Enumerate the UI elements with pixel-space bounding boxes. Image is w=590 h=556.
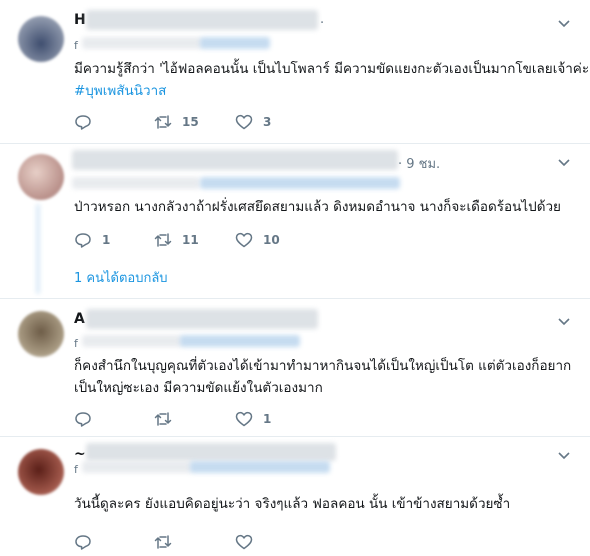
retweet-icon bbox=[154, 412, 172, 426]
retweet-count: 11 bbox=[182, 233, 199, 247]
like-count: 3 bbox=[263, 115, 272, 129]
tweet-text-line: วันนี้ดูละคร ยังแอบคิดอยู่นะว่า จริงๆแล้… bbox=[74, 496, 511, 512]
redacted-name bbox=[86, 443, 336, 461]
redacted-name bbox=[86, 10, 318, 30]
tweet-time[interactable]: . bbox=[320, 12, 324, 27]
like-icon bbox=[235, 411, 253, 427]
reply-button[interactable] bbox=[74, 113, 102, 131]
tweet-time[interactable]: · 9 ชม. bbox=[398, 153, 440, 174]
retweet-button[interactable]: 15 bbox=[154, 113, 199, 131]
like-icon bbox=[235, 232, 253, 248]
like-icon bbox=[235, 114, 253, 130]
retweet-button[interactable] bbox=[154, 410, 182, 428]
hashtag-link[interactable]: #บุพเพสันนิวาส bbox=[74, 80, 589, 102]
redacted-name bbox=[72, 150, 398, 170]
author-handle[interactable]: f bbox=[74, 337, 78, 350]
reply-icon bbox=[75, 535, 91, 550]
author-name[interactable]: H bbox=[74, 12, 86, 28]
show-replies-link[interactable]: 1 คนได้ตอบกลับ bbox=[74, 267, 168, 288]
author-handle[interactable]: f bbox=[74, 463, 78, 476]
like-button[interactable] bbox=[235, 533, 263, 551]
reply-button[interactable] bbox=[74, 533, 102, 551]
author-name[interactable]: A bbox=[74, 311, 85, 327]
tweet-text: ป่าวหรอก นางกลัวงาถ้าฝรั่งเศสยึดสยามแล้ว… bbox=[74, 196, 561, 218]
retweet-icon bbox=[154, 233, 172, 247]
like-button[interactable]: 3 bbox=[235, 113, 271, 131]
redacted-handle bbox=[82, 37, 202, 49]
reply-icon bbox=[75, 233, 91, 248]
tweet-text-line: มีความรู้สึกว่า 'ไอ้ฟอลคอนนั้น เป็นไบโพล… bbox=[74, 61, 590, 77]
redacted-link bbox=[200, 177, 400, 189]
redacted-link bbox=[180, 335, 300, 347]
tweet-card[interactable]: ~ f วันนี้ดูละคร ยังแอบคิดอยู่นะว่า จริง… bbox=[0, 437, 590, 556]
author-handle[interactable]: f bbox=[74, 39, 78, 52]
retweet-button[interactable]: 11 bbox=[154, 231, 199, 249]
redacted-handle bbox=[82, 461, 192, 473]
retweet-button[interactable] bbox=[154, 533, 182, 551]
avatar[interactable] bbox=[18, 311, 64, 357]
redacted-handle bbox=[82, 335, 182, 347]
reply-count: 1 bbox=[102, 233, 111, 247]
chevron-down-icon[interactable] bbox=[556, 447, 572, 463]
like-count: 1 bbox=[263, 412, 272, 426]
reply-icon bbox=[75, 115, 91, 130]
redacted-name bbox=[86, 309, 318, 329]
like-icon bbox=[235, 534, 253, 550]
like-count: 10 bbox=[263, 233, 280, 247]
tweet-text: ก็คงสำนึกในบุญคุณที่ตัวเองได้เข้ามาทำมาห… bbox=[74, 355, 571, 399]
avatar[interactable] bbox=[18, 154, 64, 200]
tweet-card[interactable]: · 9 ชม. ป่าวหรอก นางกลัวงาถ้าฝรั่งเศสยึด… bbox=[0, 144, 590, 299]
chevron-down-icon[interactable] bbox=[556, 154, 572, 170]
retweet-icon bbox=[154, 535, 172, 549]
like-button[interactable]: 1 bbox=[235, 410, 271, 428]
tweet-text-line: ป่าวหรอก นางกลัวงาถ้าฝรั่งเศสยึดสยามแล้ว… bbox=[74, 199, 561, 215]
redacted-link bbox=[190, 461, 330, 473]
reply-button[interactable] bbox=[74, 410, 102, 428]
tweet-text: วันนี้ดูละคร ยังแอบคิดอยู่นะว่า จริงๆแล้… bbox=[74, 493, 510, 515]
thread-line bbox=[36, 204, 40, 294]
retweet-count: 15 bbox=[182, 115, 199, 129]
tweet-text: มีความรู้สึกว่า 'ไอ้ฟอลคอนนั้น เป็นไบโพล… bbox=[74, 58, 589, 102]
author-name[interactable]: ~ bbox=[74, 446, 86, 462]
retweet-icon bbox=[154, 115, 172, 129]
avatar[interactable] bbox=[18, 449, 64, 495]
reply-button[interactable]: 1 bbox=[74, 231, 110, 249]
redacted-link bbox=[200, 37, 270, 49]
reply-icon bbox=[75, 412, 91, 427]
chevron-down-icon[interactable] bbox=[556, 15, 572, 31]
tweet-text-line: เป็นใหญ่ซะเอง มีความขัดแย้งในตัวเองมาก bbox=[74, 380, 323, 396]
tweet-card[interactable]: H . f มีความรู้สึกว่า 'ไอ้ฟอลคอนนั้น เป็… bbox=[0, 0, 590, 144]
tweet-text-line: ก็คงสำนึกในบุญคุณที่ตัวเองได้เข้ามาทำมาห… bbox=[74, 358, 572, 374]
like-button[interactable]: 10 bbox=[235, 231, 280, 249]
tweet-card[interactable]: A f ก็คงสำนึกในบุญคุณที่ตัวเองได้เข้ามาท… bbox=[0, 299, 590, 437]
chevron-down-icon[interactable] bbox=[556, 313, 572, 329]
avatar[interactable] bbox=[18, 16, 64, 62]
redacted-handle bbox=[72, 177, 200, 189]
